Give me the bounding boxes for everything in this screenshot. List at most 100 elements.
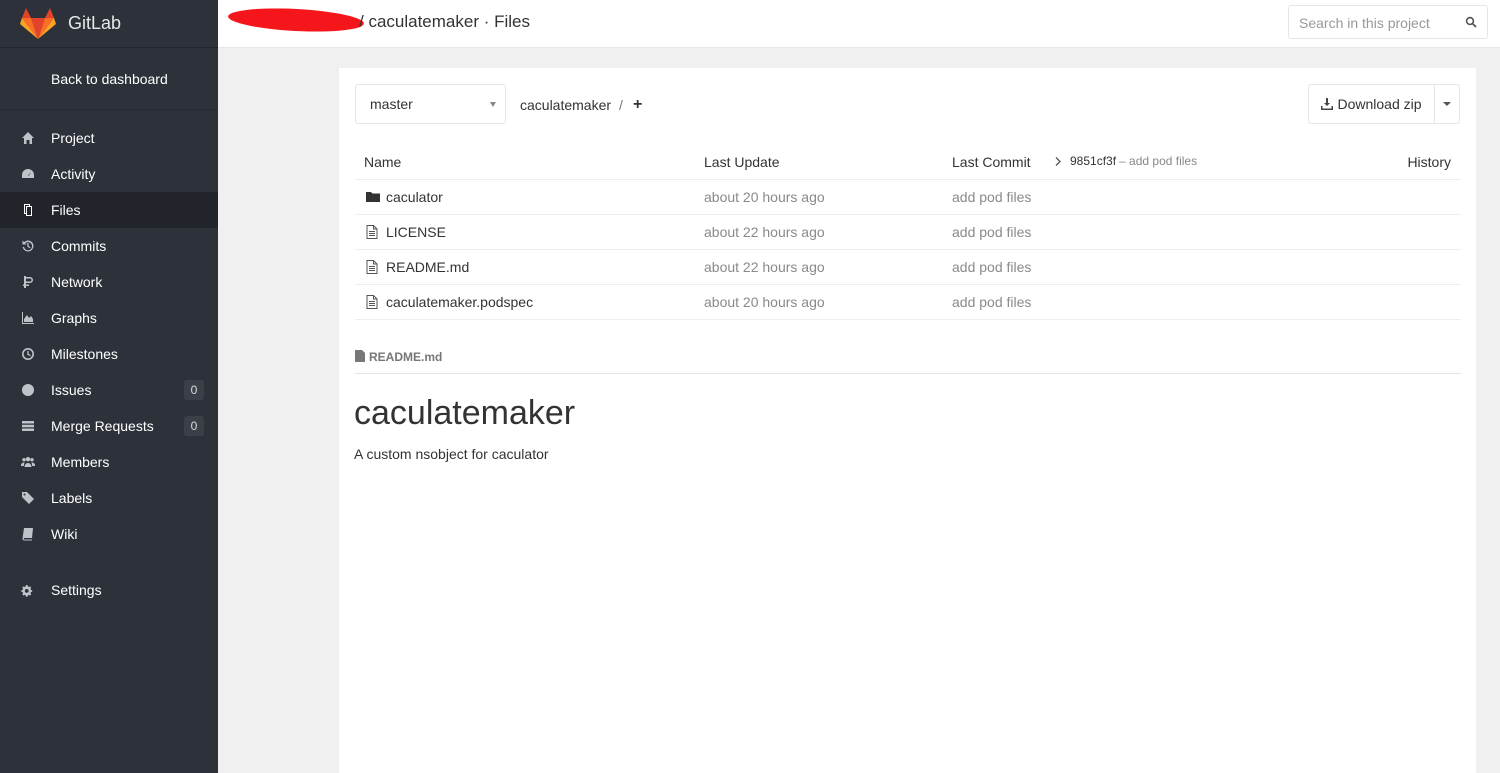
sidebar-item-label: Merge Requests [51, 418, 154, 434]
sidebar-item-label: Activity [51, 166, 96, 182]
files-icon [20, 202, 36, 218]
file-name-link[interactable]: README.md [366, 259, 469, 275]
brand-name: GitLab [68, 13, 122, 33]
file-text-icon [366, 225, 381, 239]
last-update: about 22 hours ago [704, 224, 825, 240]
last-commit-message[interactable]: add pod files [952, 259, 1031, 275]
column-header-last-commit: Last Commit [952, 154, 1031, 170]
sidebar-item-project[interactable]: Project [0, 120, 218, 156]
file-name: caculatemaker.podspec [386, 294, 534, 310]
dashboard-icon [20, 166, 36, 182]
users-icon [20, 454, 36, 470]
last-update: about 20 hours ago [704, 189, 825, 205]
download-zip-button[interactable]: Download zip [1309, 85, 1435, 123]
add-file-button[interactable]: + [633, 96, 642, 114]
chevron-down-icon [490, 102, 496, 107]
download-icon [1321, 98, 1334, 110]
home-icon [20, 130, 36, 146]
readme-title: caculatemaker [354, 394, 576, 432]
file-name: README.md [386, 259, 470, 275]
network-icon [20, 274, 36, 290]
breadcrumb: caculatemaker / + [520, 96, 642, 114]
gitlab-logo-icon [20, 7, 56, 39]
sidebar-item-label: Commits [51, 238, 107, 254]
branch-select[interactable]: master [355, 84, 506, 124]
readme-filename: README.md [369, 350, 443, 364]
column-header-last-update: Last Update [704, 154, 780, 170]
file-text-icon [366, 295, 381, 309]
sidebar-item-label: Issues [51, 382, 92, 398]
chevron-right-icon [1055, 156, 1061, 166]
sidebar-item-label: Milestones [51, 346, 118, 362]
caret-down-icon [1443, 102, 1451, 106]
commit-message: – add pod files [1119, 154, 1198, 168]
table-row[interactable]: caculatemaker.podspec about 20 hours ago… [355, 285, 1461, 320]
last-update: about 22 hours ago [704, 259, 825, 275]
file-name-link[interactable]: caculator [366, 189, 443, 205]
readme-header: README.md [355, 350, 1461, 374]
book-icon [20, 526, 36, 542]
sidebar-item-network[interactable]: Network [0, 264, 218, 300]
folder-icon [366, 190, 381, 204]
sidebar-nav: Project Activity Files Commits Network G… [0, 110, 218, 608]
readme-body: A custom nsobject for caculator [354, 446, 549, 462]
table-row[interactable]: README.md about 22 hours ago add pod fil… [355, 250, 1461, 285]
sidebar-item-settings[interactable]: Settings [0, 572, 218, 608]
sidebar-item-graphs[interactable]: Graphs [0, 300, 218, 336]
column-header-name: Name [364, 154, 402, 170]
sidebar: GitLab Back to dashboard Project Activit… [0, 0, 218, 773]
area-chart-icon [20, 310, 36, 326]
back-to-dashboard-link[interactable]: Back to dashboard [0, 48, 218, 110]
topbar: / caculatemaker · Files Search in this p… [218, 0, 1500, 48]
last-commit-message[interactable]: add pod files [952, 294, 1031, 310]
file-name-link[interactable]: LICENSE [366, 224, 446, 240]
file-text-icon [366, 260, 381, 274]
download-group: Download zip [1308, 84, 1460, 124]
search-placeholder: Search in this project [1299, 15, 1430, 31]
sidebar-item-wiki[interactable]: Wiki [0, 516, 218, 552]
sidebar-item-milestones[interactable]: Milestones [0, 336, 218, 372]
table-header: Name Last Update Last Commit 9851cf3f – … [355, 144, 1461, 180]
page-title: / caculatemaker · Files [359, 12, 530, 31]
history-icon [20, 238, 36, 254]
file-table: Name Last Update Last Commit 9851cf3f – … [355, 144, 1461, 320]
history-link[interactable]: History [1407, 154, 1451, 170]
commit-sha-link[interactable]: 9851cf3f [1070, 154, 1116, 168]
search-input[interactable]: Search in this project [1288, 5, 1488, 39]
breadcrumb-separator: / [619, 97, 623, 113]
breadcrumb-repo-link[interactable]: caculatemaker [520, 97, 611, 113]
files-panel: master caculatemaker / + Download zip Na… [339, 68, 1476, 773]
sidebar-item-label: Members [51, 454, 110, 470]
sidebar-item-activity[interactable]: Activity [0, 156, 218, 192]
sidebar-item-issues[interactable]: Issues 0 [0, 372, 218, 408]
sidebar-item-labels[interactable]: Labels [0, 480, 218, 516]
last-commit-message[interactable]: add pod files [952, 224, 1031, 240]
redacted-namespace [227, 5, 365, 35]
sidebar-item-files[interactable]: Files [0, 192, 218, 228]
last-commit-info: 9851cf3f – add pod files [1047, 154, 1197, 168]
cogs-icon [20, 582, 36, 598]
merge-requests-count-badge: 0 [184, 416, 204, 436]
last-update: about 20 hours ago [704, 294, 825, 310]
file-name-link[interactable]: caculatemaker.podspec [366, 294, 533, 310]
sidebar-item-members[interactable]: Members [0, 444, 218, 480]
branch-value: master [370, 96, 413, 112]
sidebar-item-merge-requests[interactable]: Merge Requests 0 [0, 408, 218, 444]
sidebar-item-label: Settings [51, 582, 102, 598]
download-options-toggle[interactable] [1435, 85, 1459, 123]
last-commit-message[interactable]: add pod files [952, 189, 1031, 205]
sidebar-item-label: Network [51, 274, 103, 290]
sidebar-item-label: Labels [51, 490, 93, 506]
download-zip-label: Download zip [1337, 96, 1422, 112]
sidebar-item-label: Wiki [51, 526, 78, 542]
table-row[interactable]: caculator about 20 hours ago add pod fil… [355, 180, 1461, 215]
issues-count-badge: 0 [184, 380, 204, 400]
table-row[interactable]: LICENSE about 22 hours ago add pod files [355, 215, 1461, 250]
file-name: caculator [386, 189, 443, 205]
sidebar-item-label: Graphs [51, 310, 97, 326]
tags-icon [20, 490, 36, 506]
brand[interactable]: GitLab [0, 0, 218, 48]
list-icon [20, 418, 36, 434]
sidebar-item-commits[interactable]: Commits [0, 228, 218, 264]
